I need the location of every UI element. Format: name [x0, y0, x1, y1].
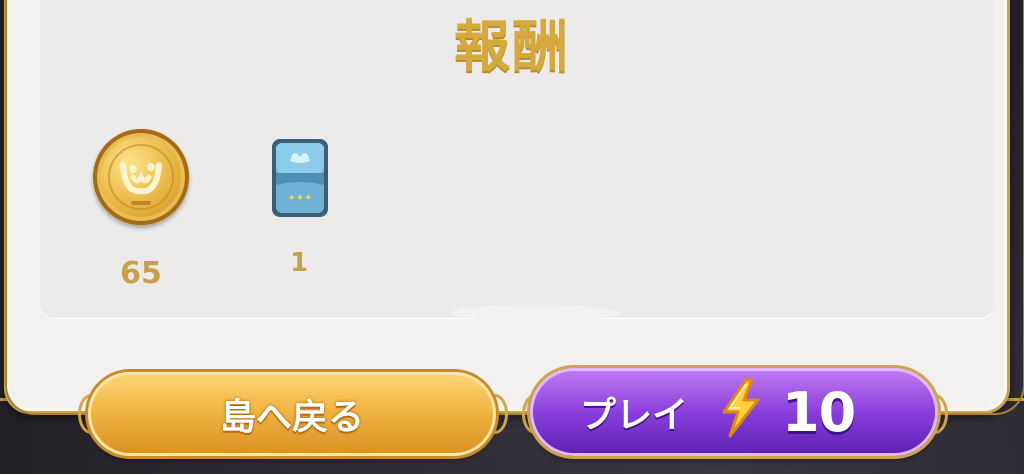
card-notch — [450, 305, 620, 321]
blue-card-pack-icon: ✦✦✦ — [268, 135, 332, 225]
page-title: 報酬 — [454, 15, 570, 80]
gold-coin-icon — [93, 129, 189, 225]
svg-text:✦✦✦: ✦✦✦ — [287, 193, 312, 204]
play-cost-value: 10 — [782, 380, 856, 444]
back-button-label: 島へ戻る — [219, 397, 364, 438]
play-button-label: プレイ — [580, 395, 689, 436]
reward-count: 1 — [289, 248, 309, 278]
play-button[interactable]: プレイ 10 — [530, 368, 938, 456]
reward-item-coin: 65 — [86, 256, 196, 291]
reward-item-card-pack: 1 — [244, 248, 354, 278]
lightning-bolt-icon — [718, 378, 764, 447]
reward-count: 65 — [120, 256, 162, 291]
back-to-island-button[interactable]: 島へ戻る — [88, 372, 496, 456]
reward-screen: 報酬 65 ✦✦✦ 1 島へ戻る プレイ 10 — [0, 0, 1024, 474]
